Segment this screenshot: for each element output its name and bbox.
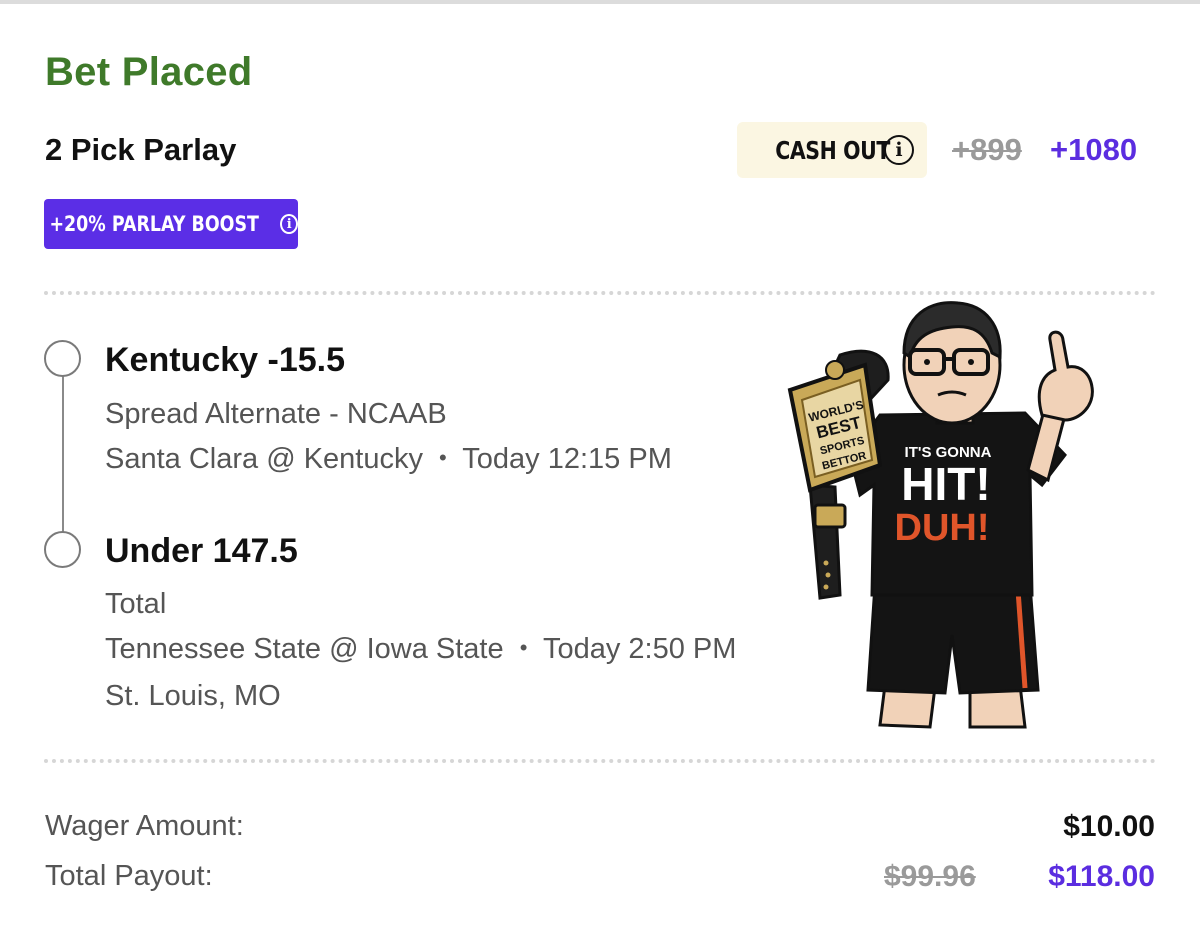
pick-1-title: Kentucky -15.5 — [105, 341, 345, 379]
boosted-payout: $118.00 — [1048, 860, 1155, 893]
parlay-subtitle: 2 Pick Parlay — [45, 132, 237, 167]
pick-1-market: Spread Alternate - NCAAB — [105, 398, 447, 430]
original-odds: +899 — [952, 132, 1022, 167]
divider — [44, 759, 1156, 763]
pick-2-game: Tennessee State @ Iowa State — [105, 633, 504, 665]
pick-1-game-line: Santa Clara @ Kentucky • Today 12:15 PM — [105, 443, 672, 476]
pick-status-circle-icon — [44, 340, 81, 377]
cash-out-button[interactable]: CASH OUT i — [737, 122, 927, 178]
cash-out-label: CASH OUT — [775, 135, 890, 165]
pick-1-time: Today 12:15 PM — [462, 443, 672, 475]
shirt-text-line: DUH! — [895, 507, 990, 549]
pick-2-title: Under 147.5 — [105, 532, 298, 570]
pick-status-circle-icon — [44, 531, 81, 568]
boosted-odds: +1080 — [1050, 132, 1138, 167]
shirt-text-line: HIT! — [901, 458, 990, 510]
mascot-sticker-image: WORLD'S BEST SPORTS BETTOR IT'S GONNA HI… — [787, 301, 1094, 729]
wager-amount-value: $10.00 — [1063, 810, 1155, 843]
pick-2-location: St. Louis, MO — [105, 680, 281, 712]
pick-1-game: Santa Clara @ Kentucky — [105, 443, 423, 475]
original-payout: $99.96 — [884, 860, 976, 893]
boost-label: +20% PARLAY BOOST — [49, 212, 259, 236]
separator-dot: • — [519, 635, 528, 660]
parlay-boost-badge[interactable]: +20% PARLAY BOOST i — [44, 199, 298, 249]
pick-2-game-line: Tennessee State @ Iowa State • Today 2:5… — [105, 633, 736, 666]
separator-dot: • — [439, 445, 447, 470]
top-rule — [0, 0, 1200, 4]
total-payout-label: Total Payout: — [45, 860, 213, 892]
boost-info-icon[interactable]: i — [280, 214, 298, 234]
page-title: Bet Placed — [45, 50, 253, 94]
timeline-connector — [62, 375, 64, 533]
wager-amount-label: Wager Amount: — [45, 810, 244, 842]
pick-2-time: Today 2:50 PM — [542, 633, 737, 665]
pick-2-market: Total — [105, 588, 167, 620]
